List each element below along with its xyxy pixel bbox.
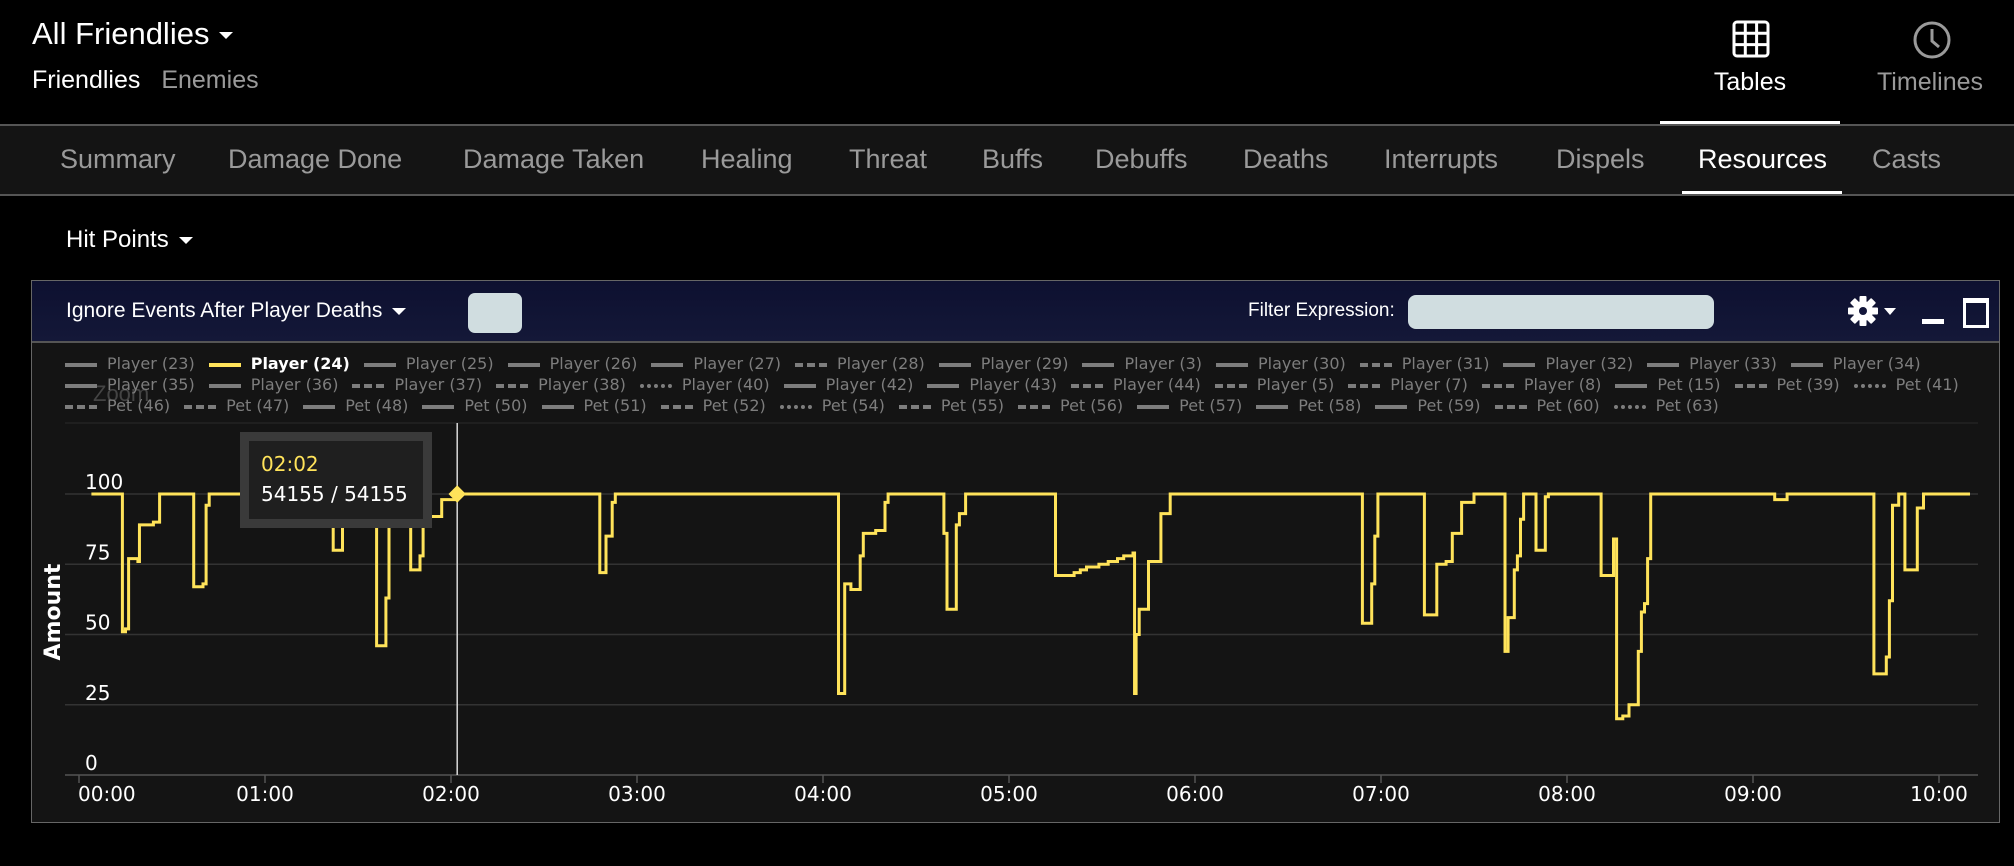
x-tick-label: 06:00 — [1166, 782, 1224, 806]
x-tick-label: 04:00 — [794, 782, 852, 806]
y-tick-label: 100 — [85, 470, 123, 494]
x-tick-label: 02:00 — [422, 782, 480, 806]
x-tick-label: 07:00 — [1352, 782, 1410, 806]
x-tick-label: 10:00 — [1910, 782, 1968, 806]
y-tick-label: 75 — [85, 540, 110, 564]
tooltip-time: 02:02 — [261, 452, 319, 476]
x-tick-label: 08:00 — [1538, 782, 1596, 806]
tooltip-value: 54155 / 54155 — [261, 482, 408, 506]
x-tick-label: 01:00 — [236, 782, 294, 806]
hover-tooltip: 02:02 54155 / 54155 — [240, 432, 432, 528]
x-tick-label: 09:00 — [1724, 782, 1782, 806]
y-axis-label: Amount — [41, 563, 66, 660]
y-tick-label: 50 — [85, 611, 110, 635]
x-tick-label: 05:00 — [980, 782, 1038, 806]
y-tick-label: 25 — [85, 681, 110, 705]
y-tick-label: 0 — [85, 751, 98, 775]
x-tick-label: 00:00 — [78, 782, 136, 806]
x-tick-label: 03:00 — [608, 782, 666, 806]
